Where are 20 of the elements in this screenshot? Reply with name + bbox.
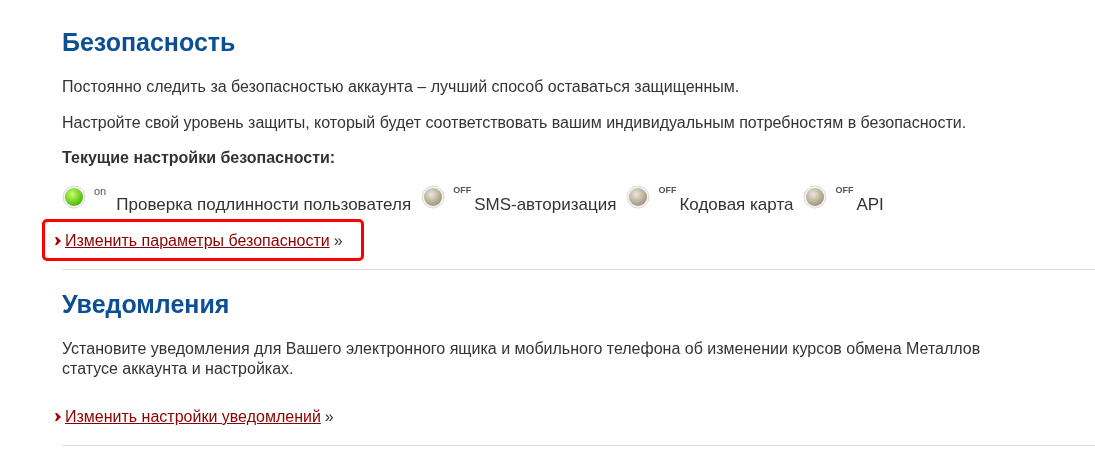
settings-link[interactable]: Изменить настройки уведомлений	[65, 408, 321, 426]
section-title: Безопасность	[62, 28, 237, 57]
subheading: Текущие настройки безопасности:	[62, 149, 337, 167]
paragraph: Установите уведомления для Вашего электронного ящика и мобильного телефона об изменении курсов обмена Металлов статусе аккаунта и настройках.	[62, 339, 982, 379]
paragraph: Постоянно следить за безопасностью аккаунта – лучший способ оставаться защищенным.	[62, 77, 741, 97]
status-label: Кодовая карта	[679, 195, 794, 215]
section-title: Уведомления	[62, 290, 231, 319]
bullet-icon	[55, 413, 61, 421]
link-arrows: »	[324, 408, 334, 426]
status-label: Проверка подлинности пользователя	[116, 195, 412, 215]
bullet-icon	[55, 237, 61, 245]
state-label: OFF	[835, 185, 854, 195]
paragraph: Настройте свой уровень защиты, который будет соответствовать вашим индивидуальным потребностям в безопасности.	[62, 113, 968, 133]
state-label: OFF	[658, 185, 677, 195]
state-label: OFF	[453, 185, 472, 195]
link-arrows: »	[333, 232, 343, 250]
status-label: SMS-авторизация	[474, 195, 617, 215]
status-label: API	[856, 195, 884, 215]
settings-link[interactable]: Изменить параметры безопасности	[65, 232, 330, 250]
state-label: on	[94, 185, 107, 197]
